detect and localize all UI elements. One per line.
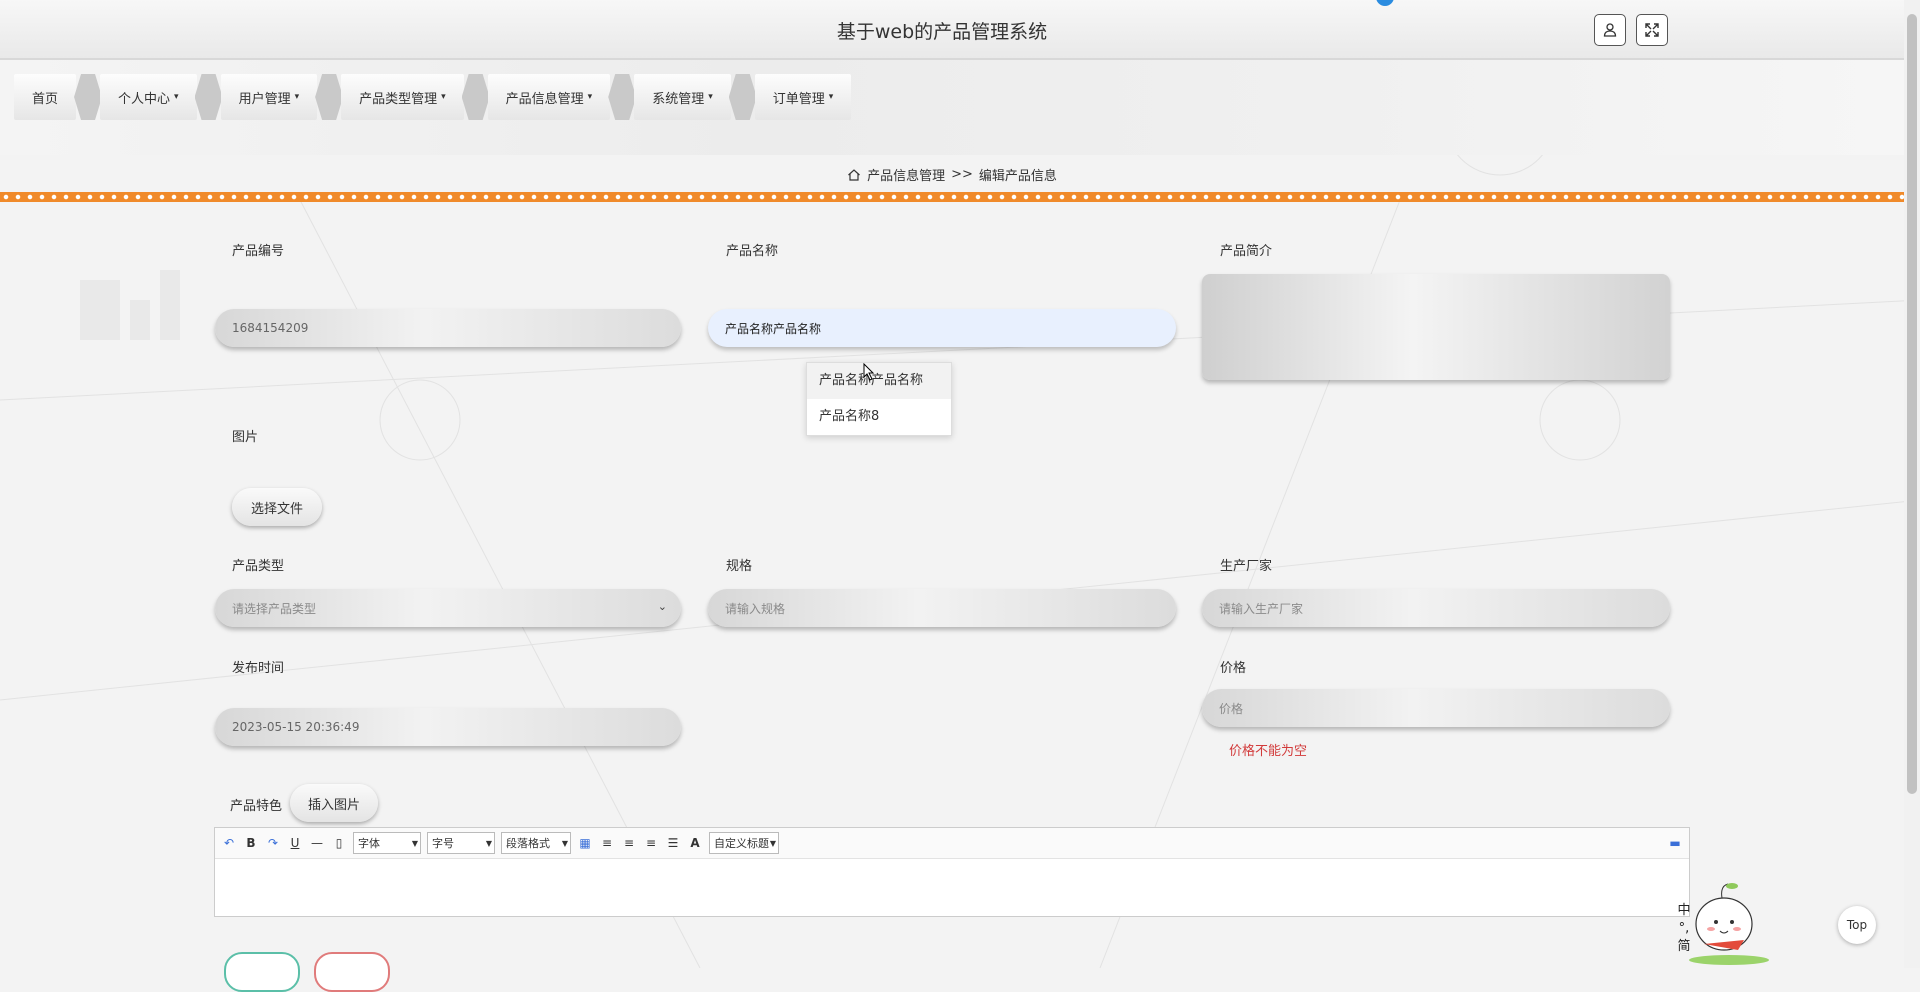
nav-item-product-info-management[interactable]: 产品信息管理 ▾ bbox=[487, 74, 611, 120]
price-input[interactable]: 价格 bbox=[1202, 689, 1670, 727]
caret-down-icon: ▾ bbox=[708, 92, 713, 102]
custom-title-select[interactable]: 自定义标题 ▼ bbox=[709, 832, 779, 854]
product-no-label: 产品编号 bbox=[232, 244, 285, 259]
nav-item-order-management[interactable]: 订单管理 ▾ bbox=[754, 74, 852, 120]
autocomplete-dropdown: 产品名称产品名称 产品名称8 bbox=[806, 362, 952, 436]
product-intro-textarea[interactable] bbox=[1202, 274, 1670, 380]
submit-button[interactable] bbox=[224, 952, 300, 992]
product-type-label: 产品类型 bbox=[232, 559, 285, 574]
ime-indicator[interactable]: 中 °, 简 bbox=[1676, 902, 1692, 956]
source-code-icon[interactable]: ▬ bbox=[1667, 836, 1683, 850]
dropdown-arrow-icon: ▼ bbox=[485, 838, 492, 848]
font-select[interactable]: 字体 ▼ bbox=[353, 832, 421, 854]
nav-item-system-management[interactable]: 系统管理 ▾ bbox=[634, 74, 731, 120]
mouse-cursor-icon bbox=[863, 363, 875, 381]
price-label: 价格 bbox=[1220, 661, 1247, 676]
autocomplete-option[interactable]: 产品名称8 bbox=[807, 399, 951, 435]
rich-text-editor: ↶ B ↷ U — ▯ 字体 ▼ 字号 ▼ 段落格式 ▼ ▦ ≡ ≡ ≡ ☰ A 自定… bbox=[214, 827, 1690, 917]
table-icon[interactable]: ▦ bbox=[577, 836, 593, 850]
page-scrollbar[interactable] bbox=[1904, 0, 1920, 968]
breadcrumb-separator: >> bbox=[951, 167, 973, 182]
publish-time-label: 发布时间 bbox=[232, 661, 285, 676]
home-icon[interactable] bbox=[847, 168, 861, 182]
user-icon[interactable] bbox=[1594, 14, 1626, 46]
breadcrumb-current: 编辑产品信息 bbox=[978, 169, 1057, 184]
product-no-input[interactable]: 1684154209 bbox=[215, 309, 681, 347]
align-center-icon[interactable]: ≡ bbox=[643, 836, 659, 850]
product-name-input[interactable]: 产品名称产品名称 bbox=[708, 309, 1176, 347]
main-nav: 首页 个人中心 ▾ 用户管理 ▾ 产品类型管理 ▾ 产品信息管理 ▾ 系统管理 ▾ 订单管… bbox=[14, 72, 875, 122]
caret-down-icon: ▾ bbox=[174, 92, 179, 102]
features-label: 产品特色 bbox=[230, 799, 283, 814]
dropdown-arrow-icon: ▼ bbox=[561, 838, 568, 848]
back-to-top-button[interactable]: Top bbox=[1838, 906, 1876, 944]
spec-input[interactable]: 请输入规格 bbox=[708, 589, 1176, 627]
nav-item-user-management[interactable]: 用户管理 ▾ bbox=[220, 74, 318, 120]
nav-item-product-type-management[interactable]: 产品类型管理 ▾ bbox=[341, 74, 464, 120]
horizontal-rule-icon[interactable]: — bbox=[309, 836, 325, 850]
align-left-icon[interactable]: ≡ bbox=[599, 836, 615, 850]
cancel-button[interactable] bbox=[314, 952, 390, 992]
spec-label: 规格 bbox=[726, 559, 753, 574]
autocomplete-option[interactable]: 产品名称产品名称 bbox=[807, 363, 951, 399]
breadcrumb-section[interactable]: 产品信息管理 bbox=[867, 165, 945, 184]
choose-file-button[interactable]: 选择文件 bbox=[232, 488, 322, 526]
fullscreen-icon[interactable] bbox=[1636, 14, 1668, 46]
bold-button[interactable]: B bbox=[243, 836, 259, 850]
dotted-divider bbox=[0, 192, 1904, 202]
nav-item-personal-center[interactable]: 个人中心 ▾ bbox=[100, 74, 197, 120]
editor-toolbar: ↶ B ↷ U — ▯ 字体 ▼ 字号 ▼ 段落格式 ▼ ▦ ≡ ≡ ≡ ☰ A 自定… bbox=[215, 828, 1689, 859]
justify-icon[interactable]: ☰ bbox=[665, 836, 681, 850]
manufacturer-input[interactable]: 请输入生产厂家 bbox=[1202, 589, 1670, 627]
caret-down-icon: ▾ bbox=[587, 92, 593, 102]
breadcrumb: 产品信息管理 >> 编辑产品信息 bbox=[0, 165, 1904, 184]
underline-button[interactable]: U bbox=[287, 836, 303, 850]
dropdown-arrow-icon: ▼ bbox=[411, 838, 418, 848]
status-indicator bbox=[1376, 0, 1394, 6]
manufacturer-label: 生产厂家 bbox=[1220, 559, 1273, 574]
publish-time-input[interactable]: 2023-05-15 20:36:49 bbox=[215, 708, 681, 746]
insert-image-button[interactable]: 插入图片 bbox=[290, 784, 378, 822]
page: 基于web的产品管理系统 首页 个人中心 ▾ 用户管理 ▾ 产品类型管理 ▾ 产品信息… bbox=[0, 0, 1904, 992]
top-header: 基于web的产品管理系统 bbox=[0, 0, 1904, 60]
undo-icon[interactable]: ↶ bbox=[221, 836, 237, 850]
align-right-icon[interactable]: ≡ bbox=[621, 836, 637, 850]
product-intro-label: 产品简介 bbox=[1220, 244, 1273, 259]
product-name-label: 产品名称 bbox=[726, 244, 779, 259]
price-error-message: 价格不能为空 bbox=[1229, 744, 1308, 759]
chevron-down-icon: ⌄ bbox=[657, 600, 667, 613]
paragraph-format-select[interactable]: 段落格式 ▼ bbox=[501, 832, 571, 854]
redo-icon[interactable]: ↷ bbox=[265, 836, 281, 850]
scrollbar-thumb[interactable] bbox=[1907, 14, 1917, 794]
font-color-button[interactable]: A bbox=[687, 836, 703, 850]
product-type-select[interactable]: 请选择产品类型 ⌄ bbox=[215, 589, 681, 627]
page-icon[interactable]: ▯ bbox=[331, 836, 347, 850]
image-label: 图片 bbox=[232, 430, 259, 445]
caret-down-icon: ▾ bbox=[441, 92, 446, 102]
caret-down-icon: ▾ bbox=[828, 92, 834, 102]
font-size-select[interactable]: 字号 ▼ bbox=[427, 832, 495, 854]
nav-item-home[interactable]: 首页 bbox=[14, 74, 77, 120]
caret-down-icon: ▾ bbox=[294, 92, 300, 102]
dropdown-arrow-icon: ▼ bbox=[769, 838, 776, 848]
